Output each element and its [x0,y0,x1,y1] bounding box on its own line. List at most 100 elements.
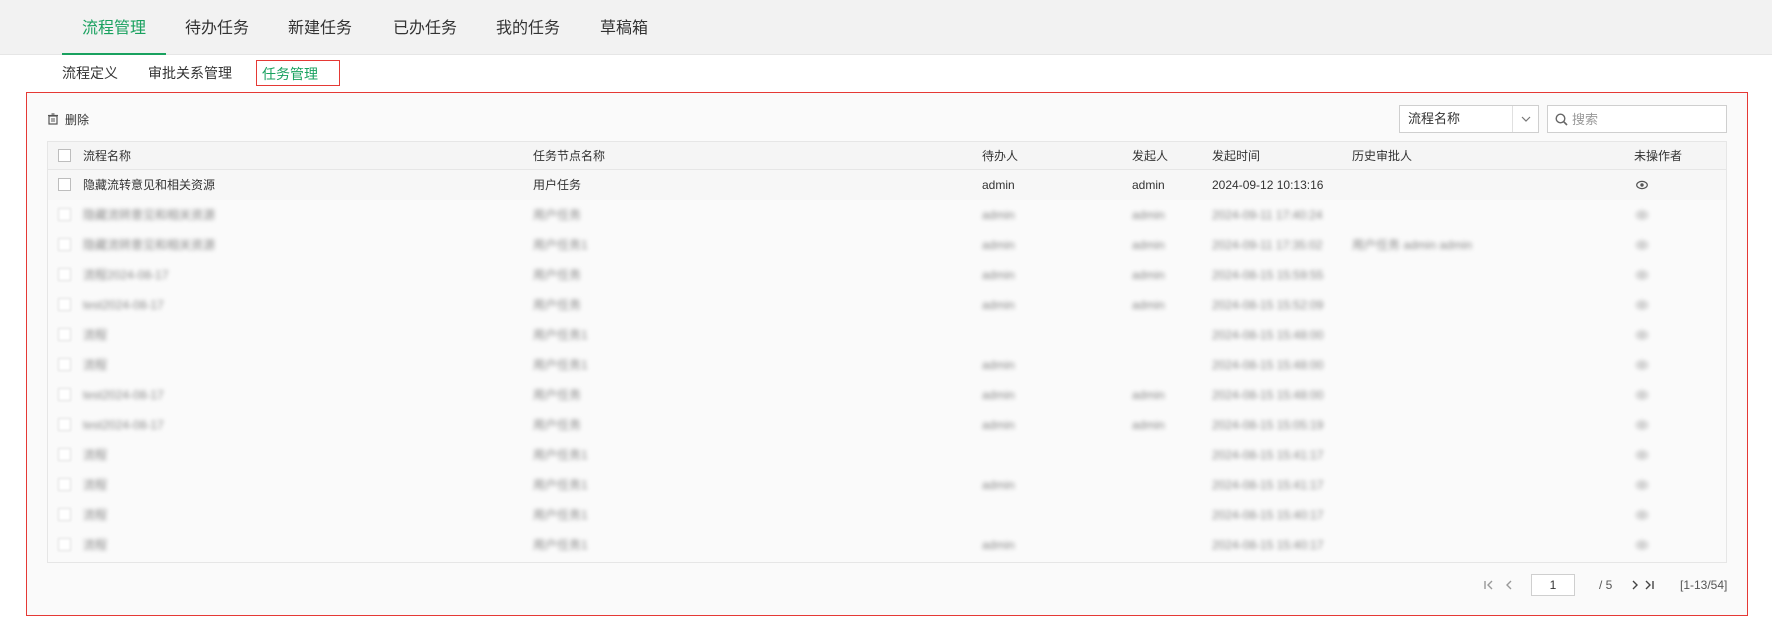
eye-icon[interactable] [1636,449,1648,461]
row-checkbox[interactable] [58,178,71,191]
subtab-process-definition[interactable]: 流程定义 [57,60,123,86]
row-checkbox[interactable] [58,208,71,221]
cell-task-node: 用户任务 [533,178,582,192]
col-assignee[interactable]: 待办人 [982,142,1018,170]
table-row[interactable]: 隐藏流转意见和相关资源 用户任务 admin admin 2024-09-12 10:1… [48,170,1726,200]
task-management-panel: 删除 流程名称 流程名称 任务节点名称 待办人 发起人 发起时间 历史审批人 未… [26,92,1748,616]
cell-assignee: admin [982,208,1015,222]
row-checkbox[interactable] [58,538,71,551]
header-checkbox-cell [58,142,80,170]
cell-starter: admin [1132,178,1165,192]
row-checkbox[interactable] [58,358,71,371]
row-checkbox[interactable] [58,508,71,521]
table-row[interactable]: 流程 用户任务1 2024-08-15 15:48:00 [48,320,1726,350]
cell-start-time: 2024-09-12 10:13:16 [1212,178,1324,192]
cell-process-name: 流程2024-08-17 [83,268,169,282]
next-page-icon[interactable] [1628,578,1642,592]
table-row[interactable]: 流程 用户任务1 admin 2024-08-15 15:48:00 [48,350,1726,380]
table-row[interactable]: test2024-08-17 用户任务 admin admin 2024-08-15 1… [48,290,1726,320]
col-history-approver[interactable]: 历史审批人 [1352,142,1412,170]
cell-assignee: admin [982,478,1015,492]
eye-icon[interactable] [1636,299,1648,311]
tab-done-tasks[interactable]: 已办任务 [373,0,477,55]
sub-tab-bar: 流程定义 审批关系管理 任务管理 [0,60,1772,92]
cell-process-name: 隐藏流转意见和相关资源 [83,208,216,222]
table-row[interactable]: 流程 用户任务1 admin 2024-08-15 15:41:17 [48,470,1726,500]
table-row[interactable]: test2024-08-17 用户任务 admin admin 2024-08-15 1… [48,380,1726,410]
search-field-select[interactable]: 流程名称 [1399,105,1539,133]
table-row[interactable]: 流程 用户任务1 2024-08-15 15:41:17 [48,440,1726,470]
task-table: 流程名称 任务节点名称 待办人 发起人 发起时间 历史审批人 未操作者 隐藏流转… [47,141,1727,563]
cell-assignee: admin [982,538,1015,552]
eye-icon[interactable] [1636,389,1648,401]
cell-assignee: admin [982,358,1015,372]
cell-task-node: 用户任务1 [533,328,588,342]
first-page-icon[interactable] [1482,578,1496,592]
cell-start-time: 2024-08-15 15:52:09 [1212,298,1324,312]
tab-my-tasks[interactable]: 我的任务 [476,0,580,55]
eye-icon[interactable] [1636,239,1648,251]
tab-new-task[interactable]: 新建任务 [268,0,372,55]
cell-task-node: 用户任务 [533,268,582,282]
cell-start-time: 2024-08-15 15:40:17 [1212,538,1324,552]
col-process-name[interactable]: 流程名称 [83,142,131,170]
table-row[interactable]: 流程 用户任务1 2024-08-15 15:40:17 [48,500,1726,530]
select-all-checkbox[interactable] [58,149,71,162]
cell-process-name: test2024-08-17 [83,298,164,312]
delete-button[interactable]: 删除 [47,110,89,130]
cell-start-time: 2024-08-15 15:41:17 [1212,448,1324,462]
page-number-input[interactable] [1531,574,1575,596]
cell-start-time: 2024-09-11 17:40:24 [1212,208,1323,222]
row-checkbox[interactable] [58,388,71,401]
cell-starter: admin [1132,388,1165,402]
row-checkbox[interactable] [58,478,71,491]
total-pages: / 5 [1599,578,1613,592]
cell-history-approver: 用户任务 admin admin [1352,238,1473,252]
cell-assignee: admin [982,388,1015,402]
col-task-node[interactable]: 任务节点名称 [533,142,605,170]
prev-page-icon[interactable] [1502,578,1516,592]
tab-drafts[interactable]: 草稿箱 [580,0,668,55]
col-starter[interactable]: 发起人 [1132,142,1168,170]
tab-pending-tasks[interactable]: 待办任务 [165,0,269,55]
cell-task-node: 用户任务1 [533,238,588,252]
row-checkbox[interactable] [58,298,71,311]
subtab-approval-relation[interactable]: 审批关系管理 [143,60,237,86]
eye-icon[interactable] [1636,359,1648,371]
eye-icon[interactable] [1636,479,1648,491]
delete-label: 删除 [65,113,90,127]
cell-task-node: 用户任务 [533,418,582,432]
row-checkbox[interactable] [58,238,71,251]
eye-icon[interactable] [1636,209,1648,221]
eye-icon[interactable] [1636,509,1648,521]
cell-start-time: 2024-08-15 15:59:55 [1212,268,1324,282]
cell-process-name: 隐藏流转意见和相关资源 [83,238,216,252]
table-row[interactable]: test2024-08-17 用户任务 admin admin 2024-08-15 1… [48,410,1726,440]
col-unoperated[interactable]: 未操作者 [1634,142,1682,170]
table-row[interactable]: 隐藏流转意见和相关资源 用户任务 admin admin 2024-09-11 17:4… [48,200,1726,230]
col-start-time[interactable]: 发起时间 [1212,142,1260,170]
row-checkbox[interactable] [58,418,71,431]
eye-icon[interactable] [1636,269,1648,281]
trash-icon [48,113,58,125]
tab-process-management[interactable]: 流程管理 [62,0,167,55]
cell-process-name: test2024-08-17 [83,388,164,402]
table-row[interactable]: 隐藏流转意见和相关资源 用户任务1 admin admin 2024-09-11 17:… [48,230,1726,260]
cell-process-name: 流程 [83,538,108,552]
chevron-down-icon [1512,106,1538,132]
cell-starter: admin [1132,208,1165,222]
eye-icon[interactable] [1636,179,1648,191]
subtab-task-management[interactable]: 任务管理 [256,60,340,86]
eye-icon[interactable] [1636,419,1648,431]
eye-icon[interactable] [1636,539,1648,551]
table-row[interactable]: 流程 用户任务1 admin 2024-08-15 15:40:17 [48,530,1726,560]
row-checkbox[interactable] [58,268,71,281]
table-row[interactable]: 流程2024-08-17 用户任务 admin admin 2024-08-15 15:… [48,260,1726,290]
row-checkbox[interactable] [58,328,71,341]
search-input[interactable] [1572,106,1722,132]
table-header: 流程名称 任务节点名称 待办人 发起人 发起时间 历史审批人 未操作者 [48,142,1726,170]
row-checkbox[interactable] [58,448,71,461]
last-page-icon[interactable] [1642,578,1656,592]
eye-icon[interactable] [1636,329,1648,341]
cell-process-name: 流程 [83,448,108,462]
